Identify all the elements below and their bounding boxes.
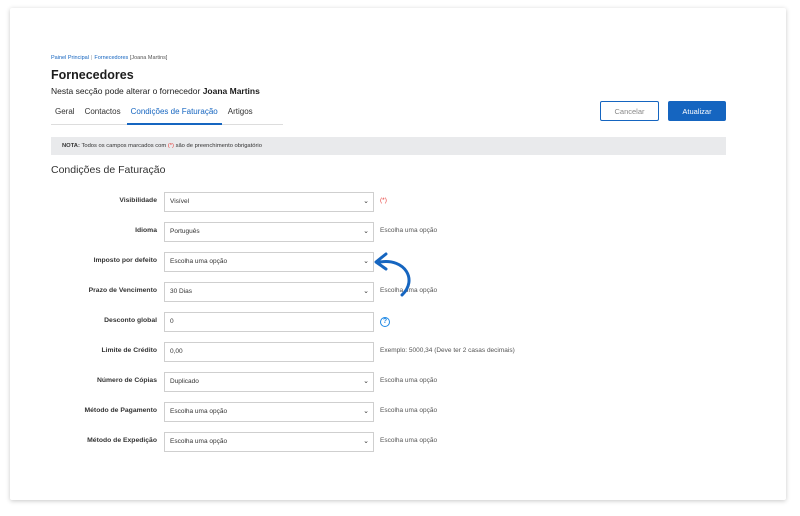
pagamento-select[interactable]: Escolha uma opção ⌄ [164,402,374,422]
note-required-marker: (*) [167,143,174,149]
chevron-down-icon: ⌄ [363,198,369,205]
chevron-down-icon: ⌄ [363,228,369,235]
breadcrumb: Painel Principal | Fornecedores [Joana Mar… [51,55,167,61]
field-label: Prazo de Vencimento [88,287,157,294]
select-value: Escolha uma opção [170,408,228,415]
note-text-2: são de preenchimento obrigatório [175,143,262,149]
expedicao-select[interactable]: Escolha uma opção ⌄ [164,432,374,452]
visibilidade-select[interactable]: Visível ⌄ [164,192,374,212]
note-text-1: Todos os campos marcados com [81,143,167,149]
form-row-desconto: Desconto global 0 ? [0,312,800,332]
page-subtitle: Nesta secção pode alterar o fornecedor J… [51,86,260,96]
prazo-select[interactable]: 30 Dias ⌄ [164,282,374,302]
help-circle-icon[interactable]: ? [380,317,390,327]
field-label: Imposto por defeito [93,257,157,264]
page-title: Fornecedores [51,68,134,82]
note-banner: NOTA: Todos os campos marcados com (*) s… [51,137,726,155]
select-value: 30 Dias [170,288,193,295]
update-button[interactable]: Atualizar [668,101,726,121]
select-value: Escolha uma opção [170,258,228,265]
chevron-down-icon: ⌄ [363,408,369,415]
select-value: Escolha uma opção [170,438,228,445]
note-prefix: NOTA: [62,143,80,149]
subtitle-text: Nesta secção pode alterar o fornecedor [51,86,201,96]
tab-condicoes-faturacao[interactable]: Condições de Faturação [126,104,222,125]
field-label: Método de Pagamento [84,407,157,414]
idioma-select[interactable]: Português ⌄ [164,222,374,242]
section-title: Condições de Faturação [51,164,166,176]
form-row-visibilidade: Visibilidade Visível ⌄ (*) [0,192,800,212]
imposto-select[interactable]: Escolha uma opção ⌄ [164,252,374,272]
input-value: 0 [170,318,174,325]
breadcrumb-home-link[interactable]: Painel Principal [51,55,89,61]
form-row-expedicao: Método de Expedição Escolha uma opção ⌄ E… [0,432,800,452]
input-value: 0,00 [170,348,183,355]
tab-artigos[interactable]: Artigos [224,104,257,123]
curved-arrow-icon [374,252,411,297]
limite-credito-input[interactable]: 0,00 [164,342,374,362]
field-hint: Exemplo: 5000,34 (Deve ter 2 casas decim… [380,347,515,354]
select-value: Visível [170,198,190,205]
required-marker: (*) [380,197,387,204]
form-row-copias: Número de Cópias Duplicado ⌄ Escolha uma … [0,372,800,392]
chevron-down-icon: ⌄ [363,258,369,265]
field-label: Limite de Crédito [101,347,157,354]
field-label: Visibilidade [119,197,157,204]
breadcrumb-extra: [Joana Martins] [129,55,168,61]
field-hint: Escolha uma opção [380,407,438,414]
breadcrumb-separator: | [90,55,93,61]
chevron-down-icon: ⌄ [363,438,369,445]
select-value: Duplicado [170,378,199,385]
tab-contactos[interactable]: Contactos [81,104,125,123]
cancel-button[interactable]: Cancelar [600,101,659,121]
tab-bar: Geral Contactos Condições de Faturação A… [51,104,283,125]
select-value: Português [170,228,200,235]
tab-geral[interactable]: Geral [51,104,79,123]
form-row-idioma: Idioma Português ⌄ Escolha uma opção [0,222,800,242]
copias-select[interactable]: Duplicado ⌄ [164,372,374,392]
form-row-pagamento: Método de Pagamento Escolha uma opção ⌄ E… [0,402,800,422]
field-label: Desconto global [104,317,157,324]
desconto-input[interactable]: 0 [164,312,374,332]
field-hint: Escolha uma opção [380,437,438,444]
field-hint: Escolha uma opção [380,377,438,384]
breadcrumb-current-link[interactable]: Fornecedores [94,55,128,61]
field-hint: Escolha uma opção [380,227,438,234]
field-label: Idioma [135,227,157,234]
field-label: Método de Expedição [87,437,157,444]
chevron-down-icon: ⌄ [363,378,369,385]
subtitle-name: Joana Martins [202,86,260,96]
chevron-down-icon: ⌄ [363,288,369,295]
field-label: Número de Cópias [96,377,157,384]
form-row-limite: Limite de Crédito 0,00 Exemplo: 5000,34 … [0,342,800,362]
